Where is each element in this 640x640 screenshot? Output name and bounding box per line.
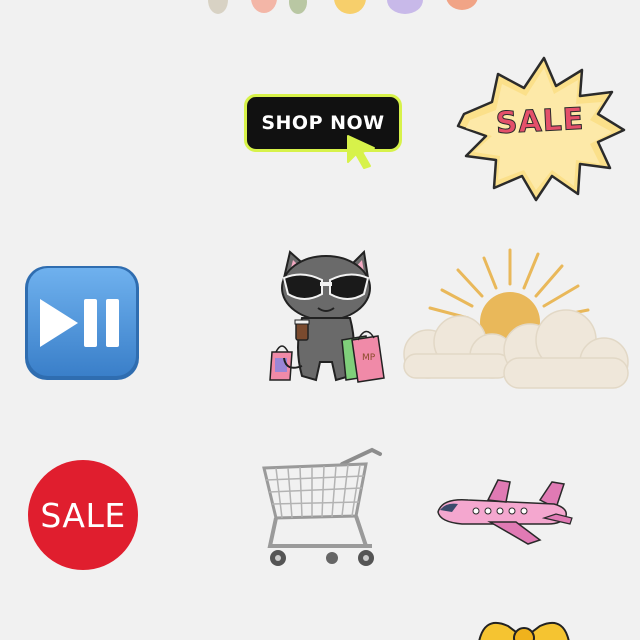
sale-burst-sticker[interactable]: SALE	[452, 52, 628, 202]
shop-now-sticker[interactable]: SHOP NOW	[244, 94, 412, 174]
airplane-icon	[437, 479, 573, 545]
cursor-pointer-icon	[347, 135, 375, 169]
partial-top-stickers[interactable]	[200, 0, 500, 16]
shopping-cart-sticker[interactable]	[262, 446, 388, 570]
sale-circle-sticker[interactable]: SALE	[28, 460, 140, 572]
sun-clouds-sticker[interactable]	[398, 246, 634, 398]
shopping-cart-icon	[262, 447, 382, 566]
sticker-picker-page: SHOP NOW SALE MP SALE	[0, 0, 640, 640]
sun-clouds-icon	[403, 248, 629, 389]
shop-now-label: SHOP NOW	[261, 112, 385, 134]
sale-circle-label: SALE	[40, 495, 126, 535]
bag-text: MP	[362, 353, 376, 363]
partial-bow-icon	[478, 621, 570, 640]
play-pause-sticker[interactable]	[24, 265, 140, 381]
partial-bottom-sticker[interactable]	[474, 608, 574, 640]
airplane-sticker[interactable]	[432, 478, 576, 548]
cat-shopping-icon: MP	[269, 249, 385, 383]
sale-circle-icon: SALE	[28, 460, 138, 570]
play-pause-icon	[25, 266, 139, 380]
cat-shopping-sticker[interactable]: MP	[262, 248, 392, 396]
partial-stickers-icon	[208, 0, 478, 14]
